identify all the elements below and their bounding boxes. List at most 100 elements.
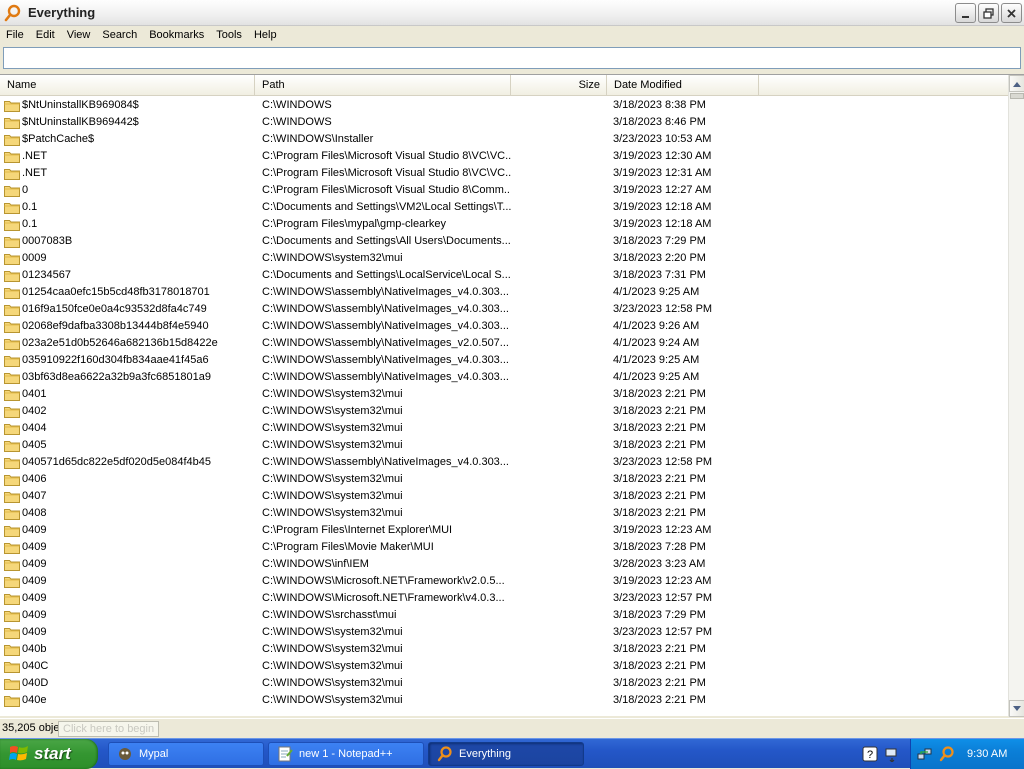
start-button[interactable]: start [0,739,98,769]
table-row[interactable]: 0407 C:\WINDOWS\system32\mui 3/18/2023 2:2… [0,488,1008,505]
table-row[interactable]: 02068ef9dafba3308b13444b8f4e5940 C:\WINDO… [0,318,1008,335]
folder-icon [4,524,20,537]
cell-name: 040C [0,658,255,675]
table-row[interactable]: 0 C:\Program Files\Microsoft Visual Studi… [0,182,1008,199]
table-row[interactable]: 0409 C:\WINDOWS\srchasst\mui 3/18/2023 7:2… [0,607,1008,624]
everything-tray-icon[interactable] [939,746,955,762]
cell-date-modified: 3/18/2023 2:21 PM [613,405,706,417]
vertical-scrollbar[interactable] [1008,75,1024,717]
results-list[interactable]: Name Path Size Date Modified $NtUninstal… [0,74,1024,717]
table-row[interactable]: 0408 C:\WINDOWS\system32\mui 3/18/2023 2:2… [0,505,1008,522]
file-name: $NtUninstallKB969442$ [22,116,139,128]
show-desktop-icon[interactable] [884,746,900,762]
menu-tools[interactable]: Tools [210,26,248,44]
table-row[interactable]: 040D C:\WINDOWS\system32\mui 3/18/2023 2:2… [0,675,1008,692]
scroll-up-button[interactable] [1009,75,1024,92]
close-button[interactable] [1001,3,1022,23]
cell-date-modified: 4/1/2023 9:24 AM [613,337,700,349]
restore-button[interactable] [978,3,999,23]
network-icon[interactable] [917,746,933,762]
table-row[interactable]: 040e C:\WINDOWS\system32\mui 3/18/2023 2:2… [0,692,1008,709]
table-row[interactable]: 0409 C:\WINDOWS\Microsoft.NET\Framework\v… [0,590,1008,607]
table-row[interactable]: 0.1 C:\Program Files\mypal\gmp-clearkey 3/… [0,216,1008,233]
cell-path: C:\WINDOWS\assembly\NativeImages_v4.0.30… [262,303,509,315]
menu-bookmarks[interactable]: Bookmarks [143,26,210,44]
cell-path: C:\WINDOWS\assembly\NativeImages_v4.0.30… [262,371,509,383]
table-row[interactable]: $NtUninstallKB969442$ C:\WINDOWS 3/18/2023… [0,114,1008,131]
cell-date-modified: 3/18/2023 7:28 PM [613,541,706,553]
cell-date-modified: 3/18/2023 2:20 PM [613,252,706,264]
task-notepad[interactable]: new 1 - Notepad++ [268,742,424,766]
cell-name: 01254caa0efc15b5cd48fb3178018701 [0,284,255,301]
table-row[interactable]: 0409 C:\Program Files\Internet Explorer\M… [0,522,1008,539]
table-row[interactable]: 0402 C:\WINDOWS\system32\mui 3/18/2023 2:2… [0,403,1008,420]
table-row[interactable]: 01254caa0efc15b5cd48fb3178018701 C:\WINDO… [0,284,1008,301]
cell-date-modified: 3/19/2023 12:27 AM [613,184,712,196]
column-name-header[interactable]: Name [0,75,255,96]
table-row[interactable]: 0409 C:\WINDOWS\inf\IEM 3/28/2023 3:23 AM [0,556,1008,573]
cell-name: $NtUninstallKB969442$ [0,114,255,131]
table-row[interactable]: 040b C:\WINDOWS\system32\mui 3/18/2023 2:2… [0,641,1008,658]
clock[interactable]: 9:30 AM [967,748,1007,760]
cell-name: 016f9a150fce0e0a4c93532d8fa4c749 [0,301,255,318]
menu-edit[interactable]: Edit [30,26,61,44]
cell-date-modified: 4/1/2023 9:25 AM [613,286,700,298]
scroll-down-button[interactable] [1009,700,1024,717]
column-size-header[interactable]: Size [511,75,607,96]
table-row[interactable]: 0404 C:\WINDOWS\system32\mui 3/18/2023 2:2… [0,420,1008,437]
table-row[interactable]: $NtUninstallKB969084$ C:\WINDOWS 3/18/2023… [0,97,1008,114]
cell-name: $PatchCache$ [0,131,255,148]
table-row[interactable]: 040C C:\WINDOWS\system32\mui 3/18/2023 2:2… [0,658,1008,675]
column-date-header[interactable]: Date Modified [607,75,759,96]
column-path-header[interactable]: Path [255,75,511,96]
file-name: 01234567 [22,269,71,281]
cell-date-modified: 3/18/2023 2:21 PM [613,422,706,434]
search-input[interactable] [3,47,1021,69]
task-everything[interactable]: Everything [428,742,584,766]
table-row[interactable]: 0007083B C:\Documents and Settings\All Us… [0,233,1008,250]
table-row[interactable]: .NET C:\Program Files\Microsoft Visual St… [0,165,1008,182]
table-row[interactable]: 0405 C:\WINDOWS\system32\mui 3/18/2023 2:2… [0,437,1008,454]
task-mypal[interactable]: Mypal [108,742,264,766]
table-row[interactable]: $PatchCache$ C:\WINDOWS\Installer 3/23/202… [0,131,1008,148]
file-name: 0405 [22,439,47,451]
menu-help[interactable]: Help [248,26,283,44]
help-icon[interactable]: ? [862,746,878,762]
folder-icon [4,439,20,452]
table-row[interactable]: 023a2e51d0b52646a682136b15d8422e C:\WINDO… [0,335,1008,352]
cell-name: 03bf63d8ea6622a32b9a3fc6851801a9 [0,369,255,386]
minimize-button[interactable] [955,3,976,23]
scroll-thumb[interactable] [1010,93,1024,99]
folder-icon [4,541,20,554]
file-name: 023a2e51d0b52646a682136b15d8422e [22,337,218,349]
everything-app-icon[interactable] [4,4,22,22]
table-row[interactable]: 0009 C:\WINDOWS\system32\mui 3/18/2023 2:2… [0,250,1008,267]
folder-icon [4,507,20,520]
table-row[interactable]: 03bf63d8ea6622a32b9a3fc6851801a9 C:\WINDO… [0,369,1008,386]
table-row[interactable]: 01234567 C:\Documents and Settings\LocalS… [0,267,1008,284]
table-row[interactable]: 035910922f160d304fb834aae41f45a6 C:\WINDO… [0,352,1008,369]
cell-date-modified: 3/18/2023 2:21 PM [613,439,706,451]
table-row[interactable]: 0409 C:\Program Files\Movie Maker\MUI 3/18… [0,539,1008,556]
table-row[interactable]: 0.1 C:\Documents and Settings\VM2\Local S… [0,199,1008,216]
file-name: $NtUninstallKB969084$ [22,99,139,111]
cell-path: C:\WINDOWS\Microsoft.NET\Framework\v2.0.… [262,575,505,587]
table-row[interactable]: 0409 C:\WINDOWS\system32\mui 3/23/2023 12:… [0,624,1008,641]
file-name: 0409 [22,541,47,553]
cell-path: C:\Program Files\Microsoft Visual Studio… [262,150,511,162]
menu-file[interactable]: File [0,26,30,44]
table-row[interactable]: 0406 C:\WINDOWS\system32\mui 3/18/2023 2:2… [0,471,1008,488]
cell-path: C:\WINDOWS\system32\mui [262,660,403,672]
table-row[interactable]: 0401 C:\WINDOWS\system32\mui 3/18/2023 2:2… [0,386,1008,403]
title-bar[interactable]: Everything [0,0,1024,26]
folder-icon [4,320,20,333]
cell-date-modified: 3/23/2023 12:58 PM [613,456,713,468]
task-label: Everything [459,748,511,760]
table-row[interactable]: 0409 C:\WINDOWS\Microsoft.NET\Framework\v… [0,573,1008,590]
task-label: Mypal [139,748,169,760]
table-row[interactable]: 016f9a150fce0e0a4c93532d8fa4c749 C:\WINDO… [0,301,1008,318]
menu-search[interactable]: Search [96,26,143,44]
table-row[interactable]: .NET C:\Program Files\Microsoft Visual St… [0,148,1008,165]
menu-view[interactable]: View [61,26,97,44]
table-row[interactable]: 040571d65dc822e5df020d5e084f4b45 C:\WINDO… [0,454,1008,471]
